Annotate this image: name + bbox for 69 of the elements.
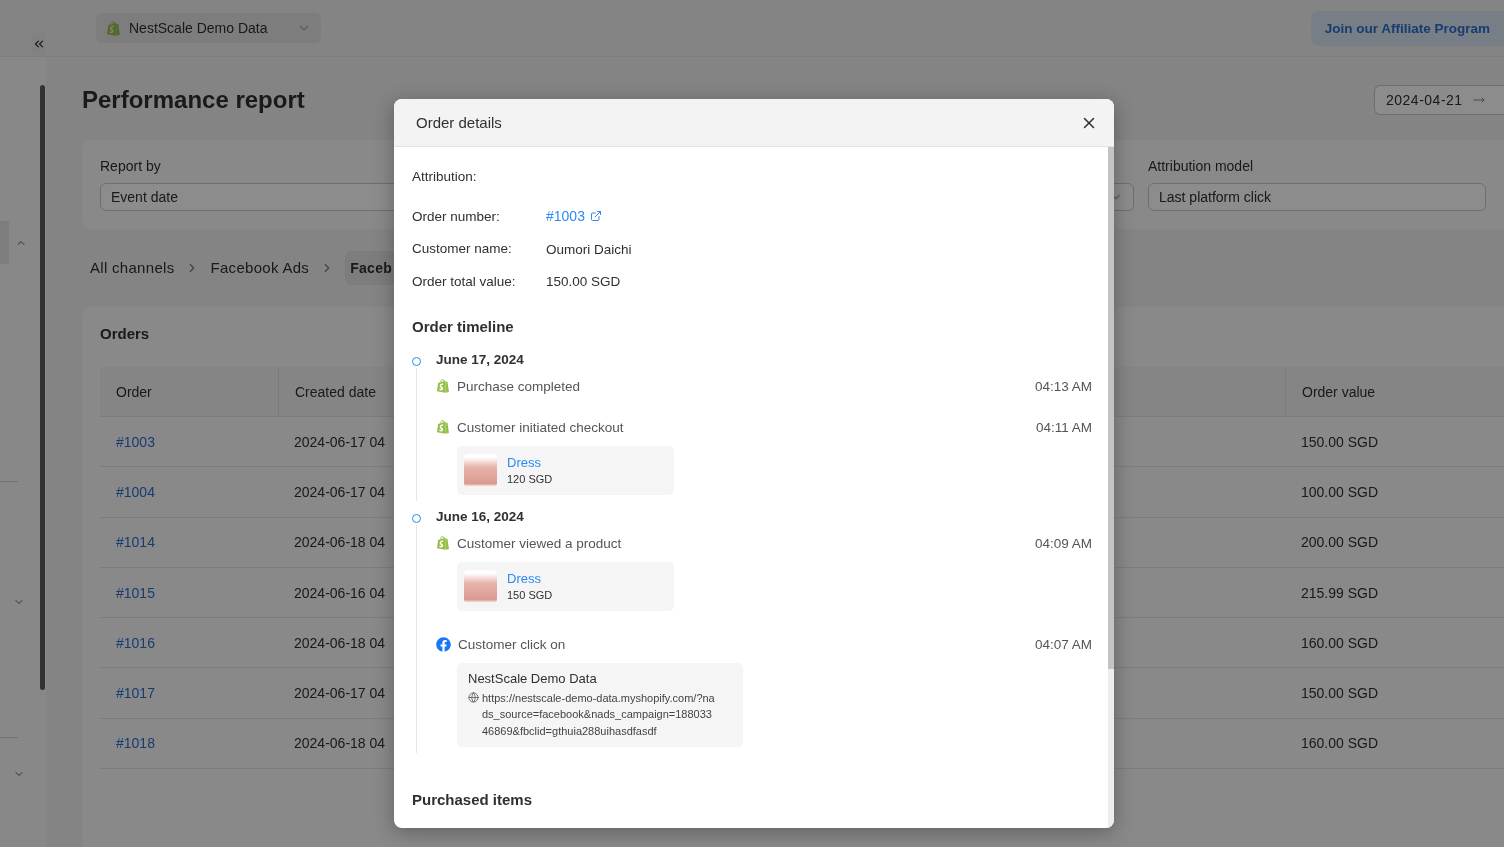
table-cell: 2024-06-18 04 [294, 534, 386, 551]
table-cell: 215.99 SGD [1301, 584, 1379, 601]
event-time: 04:11 AM [1035, 419, 1092, 435]
timeline-date: June 17, 2024 [436, 351, 524, 367]
event-text: Customer click on [458, 636, 566, 652]
table-cell: 2024-06-17 04 [294, 433, 386, 450]
breadcrumb-link[interactable]: Facebook Ads [210, 250, 310, 285]
page-title: Performance report [82, 86, 305, 114]
table-cell: 2024-06-17 04 [294, 483, 386, 500]
shopping-bag-icon [436, 379, 450, 393]
event-text: Customer initiated checkout [457, 419, 624, 435]
event-time: 04:07 AM [1034, 636, 1092, 652]
event-time: 04:13 AM [1034, 378, 1092, 394]
shopping-bag-icon [436, 420, 450, 434]
order-link[interactable]: #1004 [100, 483, 155, 500]
event-text: Customer viewed a product [457, 535, 622, 551]
table-cell: 150.00 SGD [1301, 433, 1379, 450]
link-url: https://nestscale-demo-data.myshopify.com/?nads_source=facebook&nads_campaign=18803346869&fbclid=gthuia288uihasdfasdf [482, 690, 716, 739]
timeline-dot [412, 513, 421, 523]
product-link[interactable]: Dress [507, 571, 553, 586]
product-photo-placeholder [464, 453, 497, 487]
section-title: Order timeline [412, 317, 514, 335]
date-range-field[interactable]: 2024-04-21 [1374, 85, 1504, 115]
event-text: Purchase completed [457, 378, 581, 394]
table-cell: 2024-06-17 04 [294, 685, 386, 702]
double-chevron-left-icon [32, 37, 46, 51]
table-cell: 2024-06-18 04 [294, 634, 386, 651]
facebook-icon [436, 636, 451, 652]
filter-label: Report by [100, 158, 162, 175]
field-label: Attribution: [412, 169, 477, 184]
product-price: 120 SGD [507, 473, 553, 485]
field-value: 150.00 SGD [546, 274, 621, 290]
affiliate-button[interactable]: Join our Affiliate Program [1310, 10, 1504, 46]
table-cell: 200.00 SGD [1301, 534, 1379, 551]
order-link[interactable]: #1015 [100, 584, 155, 601]
order-link[interactable]: #1017 [100, 685, 155, 702]
table-cell: 150.00 SGD [1301, 685, 1379, 702]
order-link[interactable]: #1018 [100, 735, 155, 752]
column-header: Order value [1285, 367, 1504, 416]
event-time: 04:09 AM [1034, 535, 1092, 551]
product-link[interactable]: Dress [507, 455, 553, 470]
table-cell: 160.00 SGD [1301, 735, 1379, 752]
link-title: NestScale Demo Data [468, 670, 598, 686]
table-cell: 160.00 SGD [1301, 634, 1379, 651]
timeline-date: June 16, 2024 [436, 508, 524, 524]
table-cell: 2024-06-18 04 [294, 735, 386, 752]
timeline-dot [412, 356, 421, 366]
globe-icon [468, 691, 479, 703]
field-value: Oumori Daichi [546, 241, 632, 257]
column-header: Order [115, 382, 153, 402]
table-cell: 100.00 SGD [1301, 483, 1379, 500]
order-link[interactable]: #1003 [100, 433, 155, 450]
filter-label: Attribution model [1148, 158, 1255, 175]
shopping-bag-icon [436, 536, 450, 550]
product-photo-placeholder [464, 569, 497, 603]
order-number-link[interactable]: #1003 [546, 208, 602, 225]
select-field[interactable]: Last platform click [1148, 183, 1486, 211]
order-link[interactable]: #1016 [100, 634, 155, 651]
table-cell: 2024-06-16 04 [294, 584, 386, 601]
external-link-icon [589, 210, 602, 223]
section-title: Orders [100, 325, 150, 342]
section-title: Purchased items [412, 791, 533, 808]
dialog-title: Order details [416, 114, 502, 131]
field-label: Order number: [412, 208, 500, 224]
breadcrumb-link[interactable]: All channels [90, 250, 175, 285]
product-price: 150 SGD [507, 589, 553, 601]
shopping-bag-icon [106, 20, 121, 36]
store-selector[interactable]: NestScale Demo Data [96, 13, 321, 43]
order-link[interactable]: #1014 [100, 534, 155, 551]
